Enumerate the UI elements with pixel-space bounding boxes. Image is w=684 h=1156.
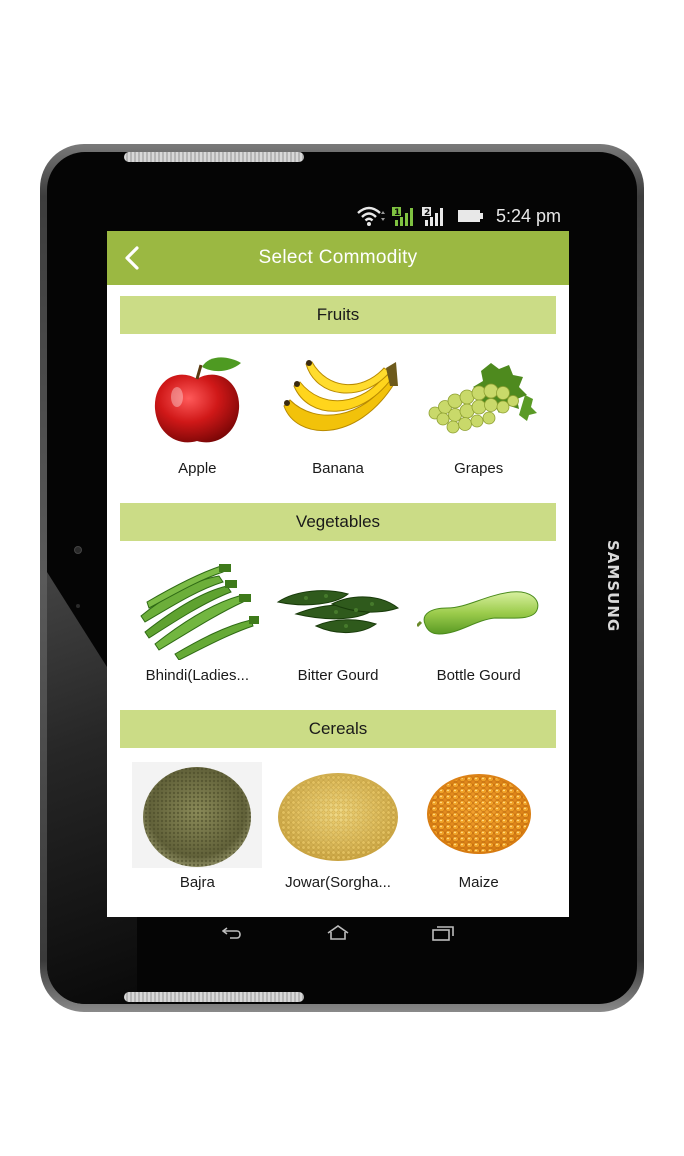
light-sensor bbox=[76, 604, 80, 608]
back-icon[interactable] bbox=[222, 926, 244, 940]
status-bar: 1 2 5:24 pm bbox=[107, 202, 569, 230]
app-screen: Select Commodity Fruits Apple Banana Gra… bbox=[107, 231, 569, 917]
clock: 5:24 pm bbox=[495, 205, 561, 226]
commodity-label: Maize bbox=[458, 874, 499, 891]
commodity-label: Jowar(Sorgha... bbox=[285, 874, 391, 891]
apple-image bbox=[132, 348, 262, 454]
front-camera bbox=[74, 546, 82, 554]
commodity-label: Bitter Gourd bbox=[297, 667, 379, 684]
commodity-label: Bhindi(Ladies... bbox=[145, 667, 250, 684]
grapes-image bbox=[414, 348, 544, 454]
back-arrow-icon[interactable] bbox=[117, 243, 147, 273]
signal-icon: 1 bbox=[391, 205, 416, 227]
commodity-bajra[interactable]: Bajra bbox=[127, 748, 268, 917]
okra-image bbox=[132, 555, 262, 661]
top-speaker-grille bbox=[124, 152, 304, 162]
commodity-maize[interactable]: Maize bbox=[408, 748, 549, 917]
wifi-icon bbox=[356, 205, 386, 227]
commodity-banana[interactable]: Banana bbox=[268, 334, 409, 503]
signal-icon: 2 bbox=[421, 205, 446, 227]
commodity-label: Bottle Gourd bbox=[436, 667, 521, 684]
bitter-gourd-image bbox=[273, 555, 403, 661]
battery-icon bbox=[457, 209, 484, 223]
app-bar: Select Commodity bbox=[107, 231, 569, 285]
commodity-jowar[interactable]: Jowar(Sorgha... bbox=[268, 748, 409, 917]
commodity-label: Banana bbox=[312, 460, 364, 477]
svg-text:2: 2 bbox=[424, 208, 430, 218]
commodity-label: Bajra bbox=[179, 874, 215, 891]
commodity-label: Grapes bbox=[454, 460, 504, 477]
section-header-cereals: Cereals bbox=[120, 710, 556, 748]
commodity-grapes[interactable]: Grapes bbox=[408, 334, 549, 503]
bottle-gourd-image bbox=[414, 555, 544, 661]
recent-apps-icon[interactable] bbox=[432, 925, 454, 941]
navigation-bar bbox=[107, 918, 569, 948]
maize-image bbox=[414, 762, 544, 868]
commodity-bhindi[interactable]: Bhindi(Ladies... bbox=[127, 541, 268, 710]
brand-logo: SAMSUNG bbox=[604, 540, 622, 633]
commodity-bitter-gourd[interactable]: Bitter Gourd bbox=[268, 541, 409, 710]
bajra-image bbox=[132, 762, 263, 868]
section-header-fruits: Fruits bbox=[120, 296, 556, 334]
section-header-vegetables: Vegetables bbox=[120, 503, 556, 541]
fruits-grid: Apple Banana Grapes bbox=[107, 334, 569, 503]
jowar-image bbox=[273, 762, 403, 868]
commodity-apple[interactable]: Apple bbox=[127, 334, 268, 503]
commodity-label: Apple bbox=[178, 460, 217, 477]
commodity-bottle-gourd[interactable]: Bottle Gourd bbox=[408, 541, 549, 710]
cereals-grid: Bajra Jowar(Sorgha... Maize bbox=[107, 748, 569, 917]
page-title: Select Commodity bbox=[258, 247, 418, 268]
home-icon[interactable] bbox=[326, 925, 350, 941]
bottom-speaker-grille bbox=[124, 992, 304, 1002]
banana-image bbox=[273, 348, 403, 454]
vegetables-grid: Bhindi(Ladies... Bitter Gourd Bottle Gou… bbox=[107, 541, 569, 710]
svg-text:1: 1 bbox=[394, 208, 400, 218]
